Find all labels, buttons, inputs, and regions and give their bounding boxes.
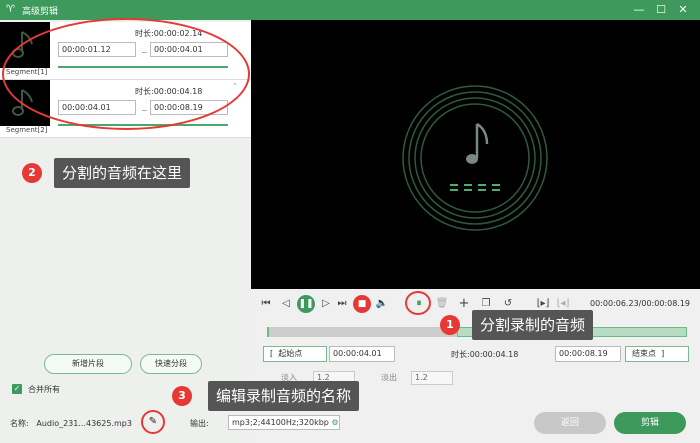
range-duration: 时长:00:00:04.18 [451,350,519,359]
merge-all-checkbox[interactable]: ✓ [12,384,22,394]
fade-out-label: 淡出 [381,373,397,382]
back-button[interactable]: 返回 [534,412,606,434]
close-button[interactable]: ✕ [674,2,692,18]
preview-area [251,20,700,289]
skip-to-start-icon[interactable]: ⏮ [259,297,273,311]
minimize-button[interactable]: — [630,2,648,18]
name-value: Audio_231...43625.mp3 [36,419,132,428]
segment-panel: Segment[1] 时长:00:00:02.14 00:00:01.12 ~ … [0,18,251,443]
skip-to-end-icon[interactable]: ⏭ [335,297,349,311]
audio-placeholder [402,85,548,231]
add-icon[interactable]: + [457,297,471,311]
quick-split-button[interactable]: 快速分段 [140,354,202,374]
callout-badge: 3 [172,386,192,406]
add-segment-button[interactable]: 新增片段 [44,354,132,374]
callout-label: 分割的音频在这里 [54,158,191,188]
undo-icon[interactable]: ↺ [501,297,515,311]
end-point-label: 结束点 [632,349,656,358]
name-field: 名称: Audio_231...43625.mp3 [10,418,132,429]
mark-in-icon[interactable]: ⌊▸⌋ [536,297,550,311]
highlight-oval [141,410,165,434]
start-time-input[interactable]: 00:00:04.01 [329,346,395,362]
app-logo-icon: ♈ [6,4,15,15]
callout-badge: 1 [440,315,460,335]
end-point-button[interactable]: 结束点 ] [625,346,689,362]
equalizer-icon [450,184,500,191]
stop-button[interactable]: ■ [353,295,371,313]
time-readout: 00:00:06.23/00:00:08.19 [590,299,690,308]
delete-icon[interactable]: 🗑 [435,297,449,311]
volume-icon[interactable]: 🔈 [375,297,389,311]
start-point-label: 起始点 [278,349,303,358]
output-label: 输出: [190,419,209,428]
window-title: 高级剪辑 [22,7,59,17]
music-note-icon [466,122,489,164]
settings-gear-icon[interactable]: ⚙ [331,418,338,427]
step-forward-icon[interactable]: ▷ [319,297,333,311]
mark-out-icon[interactable]: ⌊◂⌋ [556,297,570,311]
timeline-marker [267,327,269,337]
name-label: 名称: [10,419,29,428]
output-settings-field[interactable]: mp3;2;44100Hz;320kbp ⚙ [228,415,340,430]
callout-label: 分割录制的音频 [472,310,594,340]
merge-all-label: 合并所有 [28,385,60,394]
end-time-input[interactable]: 00:00:08.19 [555,346,621,362]
pause-button[interactable]: ❚❚ [297,295,315,313]
title-bar: ♈ 高级剪辑 — ☐ ✕ [0,0,700,20]
segment-label: Segment[2] [6,126,48,134]
cut-button[interactable]: 剪辑 [614,412,686,434]
callout-badge: 2 [22,163,42,183]
fade-out-input[interactable]: 1.2 [411,371,453,385]
copy-icon[interactable]: ❐ [479,297,493,311]
maximize-button[interactable]: ☐ [652,2,670,18]
callout-label: 编辑录制音频的名称 [208,381,360,411]
highlight-oval [2,18,250,130]
highlight-oval [405,291,431,315]
start-point-button[interactable]: [ 起始点 [263,346,327,362]
output-value: mp3;2;44100Hz;320kbp [232,418,329,427]
step-back-icon[interactable]: ◁ [279,297,293,311]
range-row: [ 起始点 00:00:04.01 时长:00:00:04.18 00:00:0… [263,346,689,362]
